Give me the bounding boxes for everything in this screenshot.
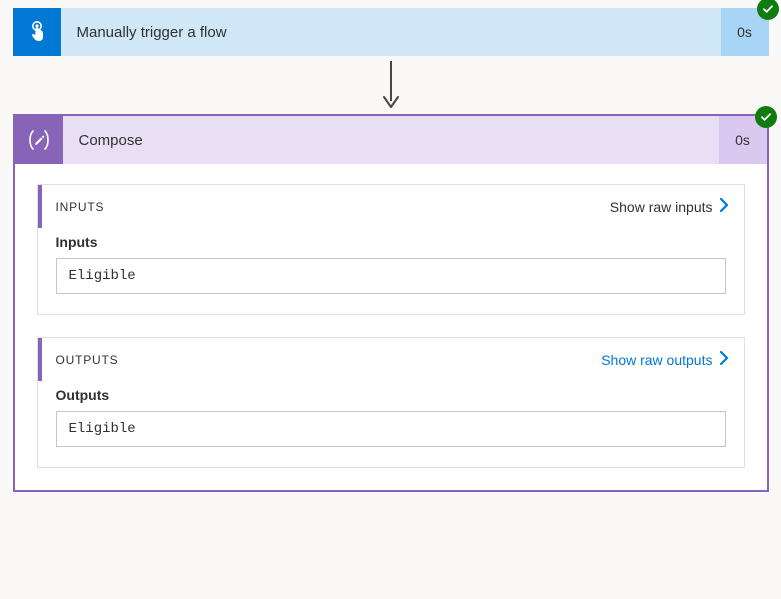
success-badge-icon [757, 0, 779, 20]
trigger-card[interactable]: Manually trigger a flow 0s [13, 8, 769, 56]
show-raw-inputs-label: Show raw inputs [610, 199, 713, 215]
inputs-field-label: Inputs [56, 234, 726, 250]
outputs-content: Outputs Eligible [38, 381, 744, 467]
compose-icon [15, 116, 63, 164]
outputs-section-head: OUTPUTS Show raw outputs [38, 338, 744, 381]
show-raw-outputs-label: Show raw outputs [601, 352, 712, 368]
show-raw-outputs-button[interactable]: Show raw outputs [601, 350, 729, 369]
outputs-field-label: Outputs [56, 387, 726, 403]
compose-header[interactable]: Compose 0s [15, 116, 767, 164]
outputs-section-label: OUTPUTS [56, 353, 119, 367]
chevron-right-icon [719, 350, 730, 369]
outputs-section: OUTPUTS Show raw outputs Outputs Eligibl… [37, 337, 745, 468]
inputs-section-label: INPUTS [56, 200, 105, 214]
inputs-content: Inputs Eligible [38, 228, 744, 314]
trigger-title: Manually trigger a flow [61, 8, 721, 56]
success-badge-icon [755, 106, 777, 128]
show-raw-inputs-button[interactable]: Show raw inputs [610, 197, 730, 216]
inputs-section-head: INPUTS Show raw inputs [38, 185, 744, 228]
trigger-header[interactable]: Manually trigger a flow 0s [13, 8, 769, 56]
outputs-field-value[interactable]: Eligible [56, 411, 726, 447]
chevron-right-icon [719, 197, 730, 216]
connector-arrow-icon [13, 56, 769, 114]
touch-icon [13, 8, 61, 56]
compose-body: INPUTS Show raw inputs Inputs Eligible O… [15, 164, 767, 490]
compose-title: Compose [63, 116, 719, 164]
compose-card: Compose 0s INPUTS Show raw inputs Inputs… [13, 114, 769, 492]
inputs-field-value[interactable]: Eligible [56, 258, 726, 294]
inputs-section: INPUTS Show raw inputs Inputs Eligible [37, 184, 745, 315]
